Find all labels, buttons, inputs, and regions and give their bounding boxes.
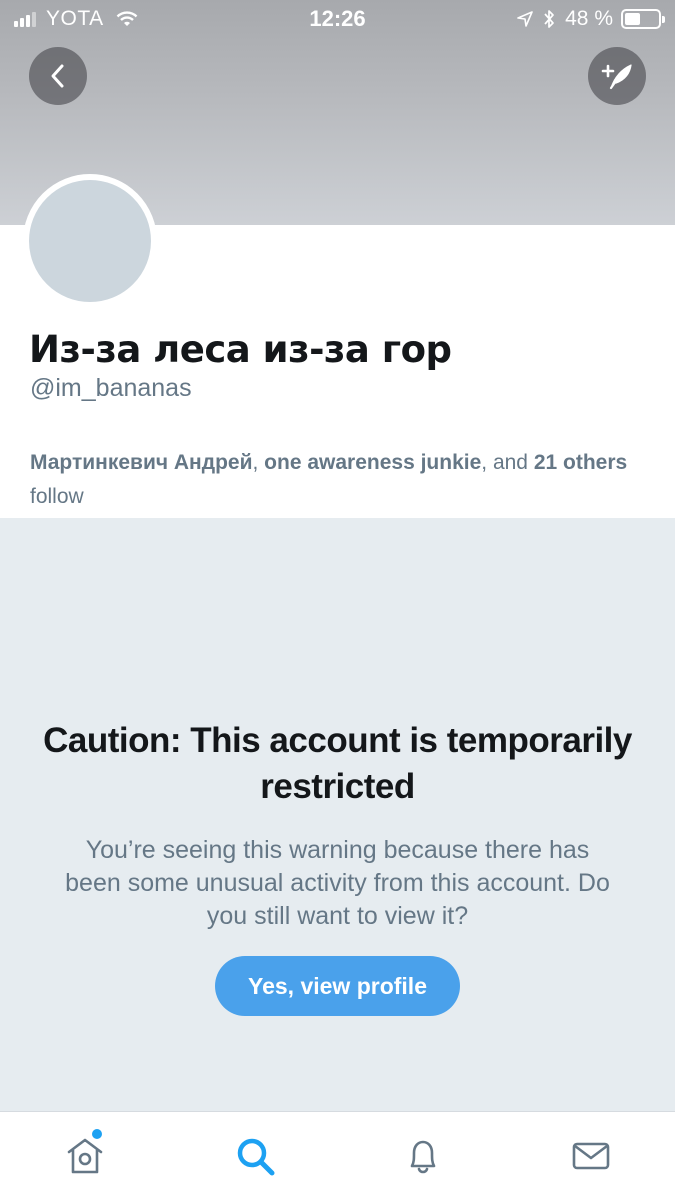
- home-icon: [67, 1138, 103, 1174]
- back-button[interactable]: [29, 47, 87, 105]
- followers-suffix: follow: [30, 485, 84, 508]
- messages-icon: [572, 1142, 610, 1170]
- notifications-icon: [410, 1140, 436, 1174]
- tab-messages[interactable]: [567, 1132, 615, 1180]
- bluetooth-icon: [544, 10, 554, 28]
- chevron-left-icon: [51, 64, 64, 88]
- tab-home[interactable]: [61, 1132, 109, 1180]
- profile-handle: @im_bananas: [30, 374, 192, 402]
- bottom-tab-bar: [0, 1111, 675, 1200]
- avatar[interactable]: [23, 174, 157, 308]
- follower-name-2: one awareness junkie: [264, 451, 482, 474]
- new-content-indicator: [92, 1129, 102, 1139]
- follower-name-1: Мартинкевич Андрей: [30, 451, 253, 474]
- search-icon: [237, 1138, 275, 1176]
- followers-separator: ,: [252, 451, 265, 474]
- caution-body: You’re seeing this warning because there…: [65, 836, 610, 930]
- compose-tweet-button[interactable]: [588, 47, 646, 105]
- status-right: 48 %: [517, 7, 665, 31]
- profile-name: Из-за леса из-за гор: [29, 328, 452, 371]
- battery-level: [625, 13, 641, 25]
- tab-notifications[interactable]: [399, 1132, 447, 1180]
- caution-title: Caution: This account is temporarily res…: [43, 721, 632, 806]
- tab-search[interactable]: [231, 1132, 279, 1180]
- compose-tweet-icon: [601, 64, 632, 90]
- battery-icon: [621, 9, 665, 29]
- location-arrow-icon: [517, 11, 533, 27]
- followers-you-know[interactable]: Мартинкевич Андрей, one awareness junkie…: [30, 446, 650, 514]
- status-bar: YOTA 12:26 48 %: [0, 0, 675, 40]
- view-profile-button[interactable]: Yes, view profile: [215, 956, 460, 1016]
- restricted-warning-panel: Caution: This account is temporarily res…: [0, 518, 675, 1111]
- follower-others-count: 21 others: [533, 451, 628, 474]
- followers-separator: , and: [481, 451, 534, 474]
- battery-percent: 48 %: [565, 7, 613, 30]
